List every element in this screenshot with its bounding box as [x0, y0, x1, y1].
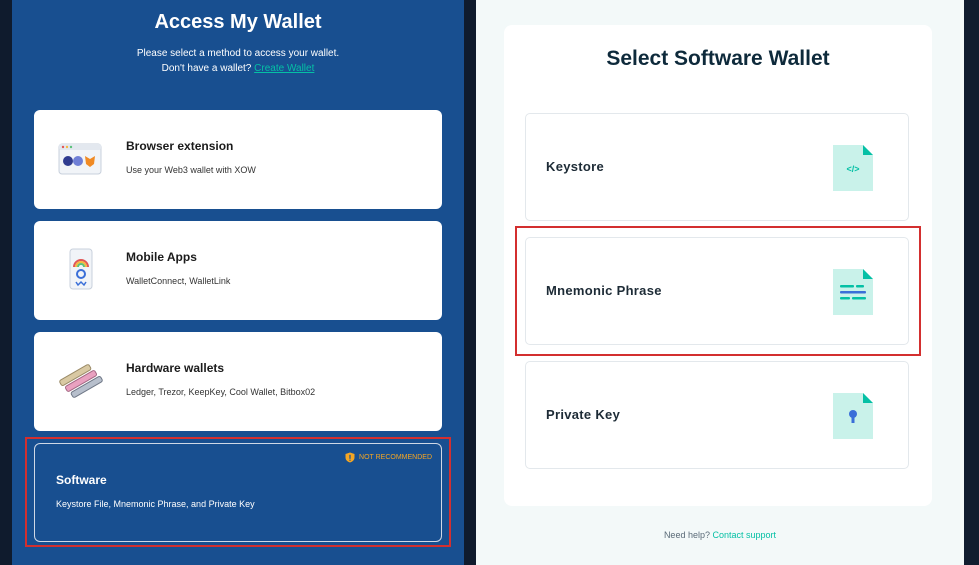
help-line: Need help? Contact support	[476, 530, 964, 540]
private-key-option[interactable]: Private Key	[525, 361, 909, 469]
create-wallet-link[interactable]: Create Wallet	[254, 63, 314, 74]
option-desc: Ledger, Trezor, KeepKey, Cool Wallet, Bi…	[126, 387, 316, 397]
option-desc: WalletConnect, WalletLink	[126, 276, 231, 286]
selection-highlight	[515, 226, 921, 356]
keystore-option[interactable]: Keystore </>	[525, 113, 909, 221]
window-edge	[964, 0, 979, 565]
hardware-wallets-option[interactable]: Hardware wallets Ledger, Trezor, KeepKey…	[34, 332, 442, 431]
option-title: Browser extension	[126, 139, 234, 153]
mobile-apps-option[interactable]: Mobile Apps WalletConnect, WalletLink	[34, 221, 442, 320]
code-file-icon: </>	[833, 145, 873, 191]
selection-highlight	[25, 437, 451, 547]
wallet-option-label: Keystore	[546, 159, 605, 174]
option-title: Hardware wallets	[126, 361, 225, 375]
section-title: Select Software Wallet	[606, 47, 830, 70]
option-desc: Use your Web3 wallet with XOW	[126, 165, 256, 175]
no-wallet-text: Don't have a wallet?	[161, 63, 252, 74]
browser-extension-option[interactable]: Browser extension Use your Web3 wallet w…	[34, 110, 442, 209]
wallet-option-label: Private Key	[546, 407, 621, 422]
help-text: Need help?	[663, 530, 710, 540]
page-title: Access My Wallet	[154, 11, 322, 33]
key-file-icon	[833, 393, 873, 439]
hardware-wallet-icon	[59, 364, 103, 398]
browser-extension-icon	[58, 143, 102, 175]
contact-support-link[interactable]: Contact support	[713, 530, 777, 540]
svg-text:</>: </>	[846, 164, 859, 174]
subtitle-line: Please select a method to access your wa…	[136, 48, 340, 59]
option-title: Mobile Apps	[126, 250, 197, 264]
mobile-phone-icon	[69, 248, 93, 290]
page-subtitle: Please select a method to access your wa…	[12, 46, 464, 76]
subtitle-line-2: Don't have a wallet? Create Wallet	[12, 61, 464, 76]
